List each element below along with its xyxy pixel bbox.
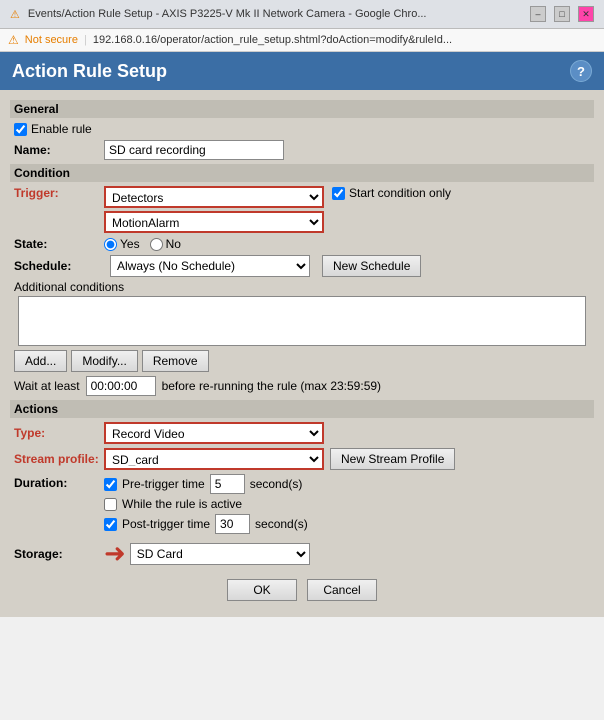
state-no-radio[interactable]	[150, 238, 163, 251]
add-modify-row: Add... Modify... Remove	[14, 350, 590, 372]
stream-profile-select[interactable]: SD_card	[104, 448, 324, 470]
condition-section-header: Condition	[10, 164, 594, 182]
state-no-label: No	[166, 237, 181, 251]
additional-conditions-label: Additional conditions	[14, 280, 590, 294]
ok-button[interactable]: OK	[227, 579, 297, 601]
actions-section-header: Actions	[10, 400, 594, 418]
state-radio-group: Yes No	[104, 237, 181, 251]
cancel-button[interactable]: Cancel	[307, 579, 377, 601]
wait-label: Wait at least	[14, 379, 80, 393]
browser-titlebar: ⚠ Events/Action Rule Setup - AXIS P3225-…	[0, 0, 604, 29]
post-trigger-label: Post-trigger time	[122, 517, 210, 531]
enable-rule-label: Enable rule	[31, 122, 92, 136]
wait-row: Wait at least before re-running the rule…	[14, 376, 590, 396]
start-condition-label: Start condition only	[349, 186, 451, 200]
name-label: Name:	[14, 143, 104, 157]
post-trigger-unit: second(s)	[255, 517, 308, 531]
browser-title: Events/Action Rule Setup - AXIS P3225-V …	[28, 8, 522, 20]
storage-row: Storage: ➜ SD Card	[10, 538, 594, 569]
help-button[interactable]: ?	[570, 60, 592, 82]
arrow-icon: ➜	[104, 538, 126, 569]
trigger-select-1[interactable]: Detectors	[104, 186, 324, 208]
type-select[interactable]: Record Video	[104, 422, 324, 444]
pre-trigger-checkbox[interactable]	[104, 478, 117, 491]
storage-label: Storage:	[14, 547, 104, 561]
pre-trigger-row: Pre-trigger time second(s)	[104, 474, 308, 494]
add-button[interactable]: Add...	[14, 350, 67, 372]
wait-input[interactable]	[86, 376, 156, 396]
url-text: 192.168.0.16/operator/action_rule_setup.…	[93, 34, 452, 46]
enable-rule-checkbox[interactable]	[14, 123, 27, 136]
close-button[interactable]: ✕	[578, 6, 594, 22]
start-condition-checkbox[interactable]	[332, 187, 345, 200]
page-title: Action Rule Setup	[12, 61, 167, 82]
state-label: State:	[14, 237, 104, 251]
name-input[interactable]	[104, 140, 284, 160]
ok-cancel-row: OK Cancel	[14, 579, 590, 601]
pre-trigger-label: Pre-trigger time	[122, 477, 205, 491]
modify-button[interactable]: Modify...	[71, 350, 137, 372]
post-trigger-checkbox[interactable]	[104, 518, 117, 531]
while-active-checkbox[interactable]	[104, 498, 117, 511]
page-header: Action Rule Setup ?	[0, 52, 604, 90]
trigger-row: Trigger: Detectors MotionAlarm Start con…	[10, 186, 594, 233]
state-yes-radio[interactable]	[104, 238, 117, 251]
state-row: State: Yes No	[10, 237, 594, 251]
additional-conditions-box	[18, 296, 586, 346]
storage-select[interactable]: SD Card	[130, 543, 310, 565]
maximize-button[interactable]: □	[554, 6, 570, 22]
schedule-select[interactable]: Always (No Schedule)	[110, 255, 310, 277]
form-container: General Enable rule Name: Condition Trig…	[0, 90, 604, 617]
schedule-row: Schedule: Always (No Schedule) New Sched…	[14, 255, 590, 277]
while-active-row: While the rule is active	[104, 497, 308, 511]
main-content: Action Rule Setup ? General Enable rule …	[0, 52, 604, 617]
schedule-label: Schedule:	[14, 259, 104, 273]
address-bar: ⚠ Not secure | 192.168.0.16/operator/act…	[0, 29, 604, 52]
not-secure-label: Not secure	[25, 34, 78, 46]
new-stream-profile-button[interactable]: New Stream Profile	[330, 448, 455, 470]
stream-profile-label: Stream profile:	[14, 452, 104, 466]
new-schedule-button[interactable]: New Schedule	[322, 255, 421, 277]
state-yes-label: Yes	[120, 237, 140, 251]
trigger-select-2[interactable]: MotionAlarm	[104, 211, 324, 233]
enable-rule-row: Enable rule	[14, 122, 590, 136]
additional-conditions-section: Additional conditions	[10, 280, 594, 346]
state-no-item: No	[150, 237, 181, 251]
trigger-label: Trigger:	[14, 186, 104, 200]
security-warning-icon: ⚠	[8, 33, 19, 47]
remove-button[interactable]: Remove	[142, 350, 209, 372]
type-row: Type: Record Video	[10, 422, 594, 444]
pre-trigger-unit: second(s)	[250, 477, 303, 491]
post-trigger-input[interactable]	[215, 514, 250, 534]
type-label: Type:	[14, 426, 104, 440]
post-trigger-row: Post-trigger time second(s)	[104, 514, 308, 534]
general-section-header: General	[10, 100, 594, 118]
name-row: Name:	[10, 140, 594, 160]
minimize-button[interactable]: –	[530, 6, 546, 22]
wait-suffix: before re-running the rule (max 23:59:59…	[162, 379, 381, 393]
pre-trigger-input[interactable]	[210, 474, 245, 494]
duration-row: Duration: Pre-trigger time second(s) Whi…	[10, 474, 594, 534]
duration-options: Pre-trigger time second(s) While the rul…	[104, 474, 308, 534]
state-yes-item: Yes	[104, 237, 140, 251]
browser-controls: – □ ✕	[530, 6, 594, 22]
duration-label: Duration:	[14, 474, 104, 490]
stream-profile-row: Stream profile: SD_card New Stream Profi…	[10, 448, 594, 470]
warning-icon: ⚠	[10, 8, 20, 21]
trigger-selects: Detectors MotionAlarm	[104, 186, 324, 233]
while-active-label: While the rule is active	[122, 497, 242, 511]
